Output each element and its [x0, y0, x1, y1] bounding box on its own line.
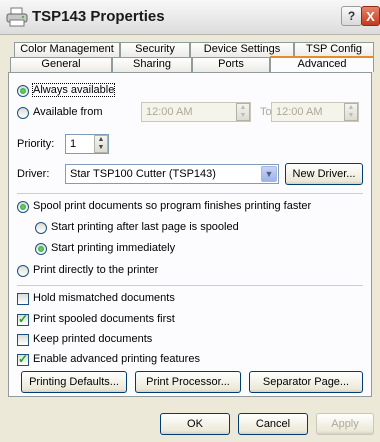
title-bar[interactable]: TSP143 Properties ? X: [0, 0, 380, 35]
chevron-down-icon[interactable]: ▼: [261, 166, 277, 182]
print-processor-button[interactable]: Print Processor...: [135, 371, 241, 393]
driver-select[interactable]: Star TSP100 Cutter (TSP143): [65, 164, 279, 184]
keep-printed-label[interactable]: Keep printed documents: [33, 333, 152, 345]
tab-device-settings[interactable]: Device Settings: [190, 42, 294, 57]
tab-ports[interactable]: Ports: [192, 57, 270, 72]
to-label: To: [260, 106, 272, 118]
print-direct-radio[interactable]: [17, 265, 29, 277]
always-available-radio[interactable]: [17, 85, 29, 97]
spool-radio[interactable]: [17, 201, 29, 213]
advanced-panel: Always available Available from 12:00 AM…: [8, 72, 372, 397]
priority-label: Priority:: [17, 138, 55, 150]
tab-tsp-config[interactable]: TSP Config: [294, 42, 374, 57]
spinner-arrows-icon[interactable]: ▲ ▼: [236, 103, 250, 121]
available-from-radio[interactable]: [17, 107, 29, 119]
close-button[interactable]: X: [361, 6, 380, 26]
available-from-label[interactable]: Available from: [33, 106, 103, 118]
new-driver-button[interactable]: New Driver...: [285, 163, 363, 185]
tab-color-management[interactable]: Color Management: [14, 42, 120, 57]
enable-advanced-label[interactable]: Enable advanced printing features: [33, 353, 200, 365]
immediately-radio[interactable]: [35, 243, 47, 255]
help-button[interactable]: ?: [341, 6, 362, 26]
properties-dialog: TSP143 Properties ? X Color Management S…: [0, 0, 380, 442]
separator-page-button[interactable]: Separator Page...: [249, 371, 363, 393]
print-spooled-first-checkbox[interactable]: [17, 312, 29, 326]
always-available-label[interactable]: Always available: [31, 83, 116, 97]
printer-icon: [6, 7, 28, 27]
keep-printed-checkbox[interactable]: [17, 334, 29, 346]
spinner-arrows-icon[interactable]: ▲ ▼: [344, 103, 358, 121]
tab-security[interactable]: Security: [120, 42, 190, 57]
from-time-field[interactable]: 12:00 AM: [141, 102, 251, 122]
hold-mismatched-label[interactable]: Hold mismatched documents: [33, 292, 175, 304]
spool-label[interactable]: Spool print documents so program finishe…: [33, 200, 311, 212]
after-last-page-radio[interactable]: [35, 222, 47, 234]
tab-general[interactable]: General: [10, 57, 112, 72]
window-title: TSP143 Properties: [32, 8, 165, 25]
divider: [17, 193, 363, 194]
print-direct-label[interactable]: Print directly to the printer: [33, 264, 158, 276]
after-last-page-label[interactable]: Start printing after last page is spoole…: [51, 221, 239, 233]
printing-defaults-button[interactable]: Printing Defaults...: [21, 371, 127, 393]
apply-button[interactable]: Apply: [316, 413, 374, 435]
cancel-button[interactable]: Cancel: [238, 413, 308, 435]
spinner-arrows-icon[interactable]: ▲ ▼: [94, 135, 108, 153]
print-spooled-first-label[interactable]: Print spooled documents first: [33, 313, 175, 325]
divider: [17, 285, 363, 286]
immediately-label[interactable]: Start printing immediately: [51, 242, 175, 254]
hold-mismatched-checkbox[interactable]: [17, 293, 29, 305]
ok-button[interactable]: OK: [160, 413, 230, 435]
driver-label: Driver:: [17, 168, 50, 180]
tab-advanced[interactable]: Advanced: [270, 56, 374, 72]
tab-sharing[interactable]: Sharing: [112, 57, 192, 72]
enable-advanced-checkbox[interactable]: [17, 352, 29, 366]
